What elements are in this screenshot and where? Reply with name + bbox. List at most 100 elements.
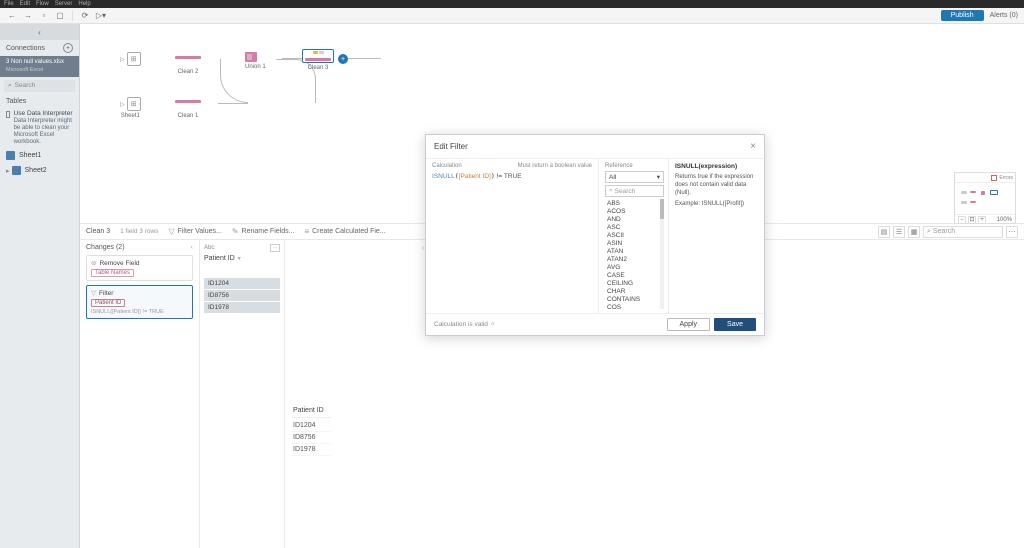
removed-field-pill: Table Names [91, 269, 134, 277]
function-item[interactable]: ASC [605, 223, 664, 231]
add-connection-button[interactable]: + [63, 43, 73, 53]
connection-item[interactable]: 3 Non null values.xlsx Microsoft Excel [0, 56, 79, 77]
step-meta: 1 field 3 rows [120, 228, 158, 235]
search-icon: ⌕ [609, 187, 613, 195]
calculation-label: Calculation [432, 163, 462, 169]
alerts-label[interactable]: Alerts (0) [990, 12, 1018, 19]
rename-icon: ✎ [232, 227, 239, 236]
menu-file[interactable]: File [4, 1, 14, 7]
expand-caret-icon[interactable]: ‹ [422, 245, 424, 252]
close-button[interactable]: × [750, 141, 756, 152]
reference-label: Reference [605, 163, 664, 169]
node-clean3[interactable]: Clean 3 [302, 49, 334, 71]
profile-panel: Abc ⋯ Patient ID▾ ID1204 ID8756 ID1978 [200, 240, 285, 548]
calculation-editor[interactable]: Calculation Must return a boolean value … [426, 159, 599, 313]
forward-button[interactable]: → [22, 10, 34, 22]
reference-search[interactable]: ⌕Search [605, 185, 664, 197]
run-button[interactable]: ▷▾ [95, 10, 107, 22]
function-item[interactable]: AND [605, 215, 664, 223]
function-item[interactable]: AVG [605, 263, 664, 271]
changes-collapse-icon[interactable]: ‹ [191, 244, 193, 251]
data-interpreter-title: Use Data Interpreter [14, 110, 73, 118]
zoom-fit-button[interactable]: ⊡ [968, 216, 976, 224]
search-icon: ⌕ [927, 228, 931, 236]
function-item[interactable]: CONTAINS [605, 295, 664, 303]
export-button[interactable]: ▢ [54, 10, 66, 22]
node-union1[interactable]: Union 1 [245, 52, 266, 70]
list-view-button[interactable]: ☰ [893, 226, 905, 238]
chevron-down-icon: ▾ [657, 173, 660, 181]
node-clean1[interactable]: Clean 1 [175, 100, 201, 119]
help-example: Example: ISNULL([Profit]) [675, 201, 758, 207]
profile-field-name[interactable]: Patient ID▾ [204, 255, 280, 262]
profile-value[interactable]: ID8756 [204, 290, 280, 301]
change-remove-field[interactable]: ⊘Remove Field Table Names [86, 255, 193, 281]
profile-value[interactable]: ID1978 [204, 302, 280, 313]
create-calc-button[interactable]: ≡Create Calculated Fie... [304, 227, 385, 236]
save-button[interactable]: Save [714, 318, 756, 331]
zoom-level: 100% [997, 217, 1012, 223]
data-interpreter-desc: Data Interpreter might be able to clean … [14, 118, 73, 147]
node-sheet2[interactable]: ▷⊞ Sheet2 [120, 52, 141, 74]
sidebar-search[interactable]: ⌕ Search [4, 80, 75, 92]
calculation-text[interactable]: ISNULL([Patient ID]) != TRUE [432, 172, 592, 180]
function-item[interactable]: ASIN [605, 239, 664, 247]
sheet1-label: Sheet1 [19, 152, 41, 159]
filter-icon: ▽ [91, 289, 96, 297]
back-button[interactable]: ← [6, 10, 18, 22]
menu-server[interactable]: Server [55, 1, 73, 7]
field-type-label: Abc [204, 245, 214, 251]
function-item[interactable]: ACOS [605, 207, 664, 215]
profile-view-button[interactable]: ▤ [878, 226, 890, 238]
settings-button[interactable]: ⋯ [1006, 226, 1018, 238]
filter-expression: ISNULL([Patient ID]) != TRUE [91, 309, 188, 315]
sidebar-collapse[interactable]: ‹ [0, 24, 79, 40]
changes-panel: Changes (2) ‹ ⊘Remove Field Table Names … [80, 240, 200, 548]
function-item[interactable]: ATAN [605, 247, 664, 255]
filter-field-pill: Patient ID [91, 299, 125, 307]
scrollbar[interactable] [660, 199, 664, 309]
function-item[interactable]: COS [605, 303, 664, 309]
grid-view-button[interactable]: ▦ [908, 226, 920, 238]
node-sheet1[interactable]: ▷⊞ Sheet1 [120, 97, 141, 119]
sheet2-item[interactable]: ▸ Sheet2 [0, 163, 79, 178]
top-toolbar: ← → ▫ ▢ ⟳ ▷▾ Publish Alerts (0) [0, 8, 1024, 24]
chevron-up-icon[interactable]: ˄ [491, 321, 495, 328]
grid-column-header[interactable]: Patient ID [291, 404, 331, 418]
function-item[interactable]: ATAN2 [605, 255, 664, 263]
menu-flow[interactable]: Flow [36, 1, 49, 7]
change-filter[interactable]: ▽Filter Patient ID ISNULL([Patient ID]) … [86, 285, 193, 319]
function-item[interactable]: CHAR [605, 287, 664, 295]
data-interpreter-checkbox[interactable] [6, 111, 10, 118]
add-step-button[interactable]: + [338, 54, 348, 64]
node-clean2[interactable]: Clean 2 [175, 56, 201, 75]
function-item[interactable]: CASE [605, 271, 664, 279]
apply-button[interactable]: Apply [667, 318, 711, 331]
refresh-button[interactable]: ⟳ [79, 10, 91, 22]
field-search[interactable]: ⌕Search [923, 226, 1003, 238]
sidebar-search-placeholder: Search [15, 82, 36, 89]
field-options-button[interactable]: ⋯ [270, 244, 280, 252]
connection-type: Microsoft Excel [6, 67, 73, 74]
tables-header: Tables [0, 95, 79, 108]
rename-fields-button[interactable]: ✎Rename Fields... [232, 227, 295, 236]
minimap-errors[interactable]: Errors [999, 175, 1013, 181]
function-item[interactable]: CEILING [605, 279, 664, 287]
profile-value[interactable]: ID1204 [204, 278, 280, 289]
function-item[interactable]: ASCII [605, 231, 664, 239]
function-item[interactable]: ABS [605, 199, 664, 207]
clipboard-button[interactable]: ▫ [38, 10, 50, 22]
menu-help[interactable]: Help [78, 1, 90, 7]
publish-button[interactable]: Publish [941, 10, 984, 21]
minimap: Errors − ⊡ + 100% [954, 172, 1016, 224]
zoom-in-button[interactable]: + [978, 216, 986, 224]
function-list[interactable]: ABS ACOS AND ASC ASCII ASIN ATAN ATAN2 A… [605, 199, 664, 309]
filter-values-button[interactable]: ▽Filter Values... [168, 227, 221, 236]
sheet-icon [12, 166, 21, 175]
sheet1-item[interactable]: Sheet1 [0, 148, 79, 163]
reference-category-select[interactable]: All▾ [605, 171, 664, 183]
calc-icon: ≡ [304, 227, 309, 236]
menu-edit[interactable]: Edit [20, 1, 30, 7]
search-icon: ⌕ [8, 82, 12, 90]
zoom-out-button[interactable]: − [958, 216, 966, 224]
